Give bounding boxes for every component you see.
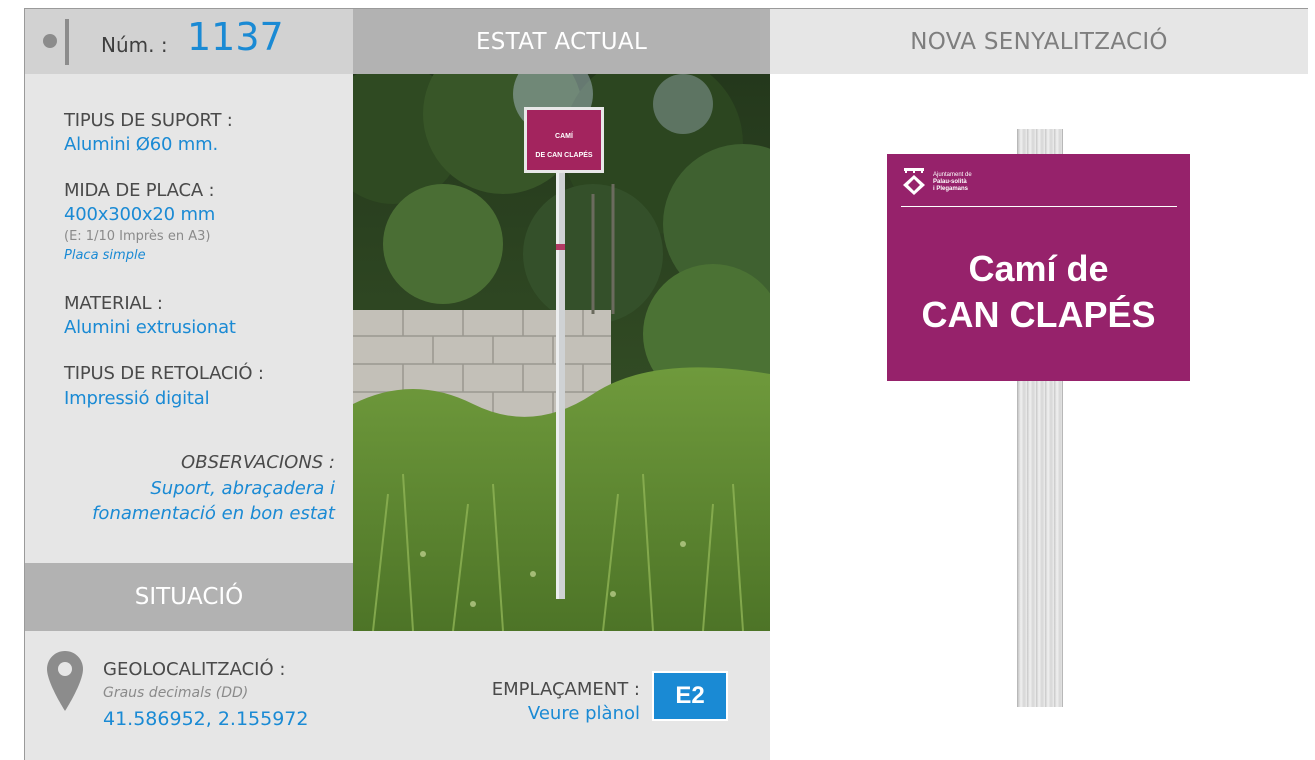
photo-sign-line1: CAMÍ xyxy=(555,131,574,140)
geolocalitzacio-value: 41.586952, 2.155972 xyxy=(103,708,309,730)
geolocalitzacio-label: GEOLOCALITZACIÓ : xyxy=(103,659,286,680)
nova-senyalitzacio-header: NOVA SENYALITZACIÓ xyxy=(770,9,1308,74)
signage-sheet: Núm. : 1137 ESTAT ACTUAL NOVA SENYALITZA… xyxy=(24,8,1308,760)
plate-organization: Ajuntament de Palau-solità i Plegamans xyxy=(933,172,972,193)
plate-divider xyxy=(901,206,1177,207)
plate-org-line2: Palau-solità xyxy=(933,179,967,185)
mida-label: MIDA DE PLACA : xyxy=(64,180,215,201)
emplacament-code-badge: E2 xyxy=(652,671,728,721)
current-state-photo: CAMÍ DE CAN CLAPÉS xyxy=(353,74,770,631)
material-value: Alumini extrusionat xyxy=(64,317,236,338)
retolacio-value: Impressió digital xyxy=(64,388,210,409)
suport-label: TIPUS DE SUPORT : xyxy=(64,110,233,131)
mida-type: Placa simple xyxy=(64,248,146,263)
map-pin-icon xyxy=(47,651,83,711)
plate-title-line2: CAN CLAPÉS xyxy=(921,294,1156,335)
observacions-label: OBSERVACIONS : xyxy=(181,452,335,473)
new-signage-panel: Ajuntament de Palau-solità i Plegamans C… xyxy=(770,74,1308,760)
geolocalitzacio-note: Graus decimals (DD) xyxy=(103,685,249,701)
emplacament-link[interactable]: Veure plànol xyxy=(528,703,640,724)
shield-icon xyxy=(903,168,925,195)
material-label: MATERIAL : xyxy=(64,293,163,314)
sign-plate: Ajuntament de Palau-solità i Plegamans C… xyxy=(887,154,1190,381)
photo-sign-line2: DE CAN CLAPÉS xyxy=(535,150,593,159)
observacions-value: Suport, abraçadera i fonamentació en bon… xyxy=(92,478,335,524)
situacio-header: SITUACIÓ xyxy=(25,563,353,631)
plate-title-line1: Camí de xyxy=(968,248,1109,289)
number-value: 1137 xyxy=(187,15,284,59)
photo-illustration: CAMÍ DE CAN CLAPÉS xyxy=(353,74,770,631)
plate-title: Camí de CAN CLAPÉS xyxy=(887,246,1190,338)
mida-value: 400x300x20 mm xyxy=(64,204,216,225)
suport-value: Alumini Ø60 mm. xyxy=(64,134,218,155)
plate-org-line3: i Plegamans xyxy=(933,186,969,192)
estat-actual-header: ESTAT ACTUAL xyxy=(353,9,770,74)
info-panel: TIPUS DE SUPORT : Alumini Ø60 mm. MIDA D… xyxy=(25,74,353,563)
divider-bar xyxy=(65,19,69,65)
retolacio-label: TIPUS DE RETOLACIÓ : xyxy=(64,363,264,384)
number-label: Núm. : xyxy=(101,33,168,57)
mida-note: (E: 1/10 Imprès en A3) xyxy=(64,229,211,244)
emplacament-label: EMPLAÇAMENT : xyxy=(491,679,640,700)
location-panel: GEOLOCALITZACIÓ : Graus decimals (DD) 41… xyxy=(25,631,770,760)
number-header: Núm. : 1137 xyxy=(25,9,353,74)
plate-org-line1: Ajuntament de xyxy=(933,172,972,178)
dot-icon xyxy=(43,34,57,48)
